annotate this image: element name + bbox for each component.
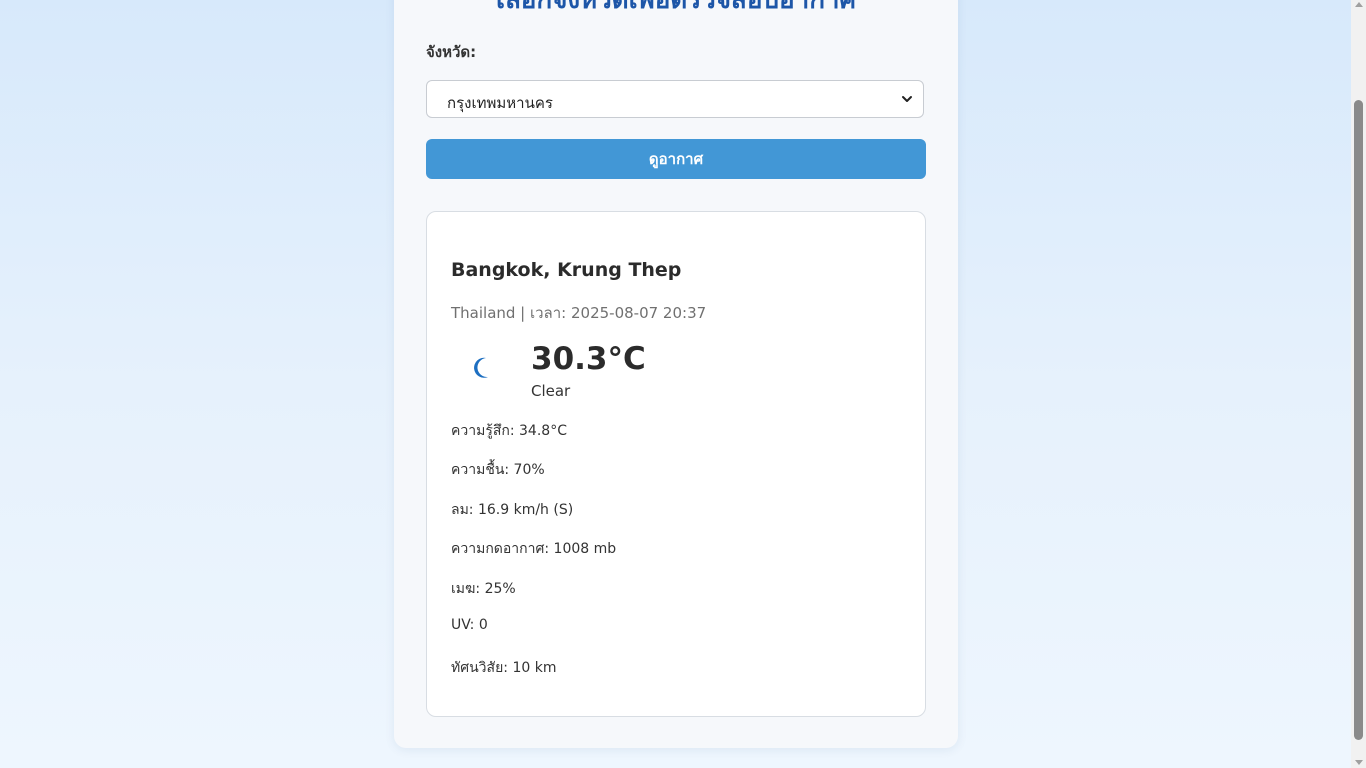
detail-uv: UV: 0 <box>451 617 488 633</box>
weather-result-panel: Bangkok, Krung Thep Thailand | เวลา: 202… <box>426 211 926 717</box>
province-label: จังหวัด: <box>426 43 477 61</box>
detail-humidity: ความชื้น: 70% <box>451 462 545 478</box>
province-select[interactable]: กรุงเทพมหานคร <box>426 80 924 118</box>
page-title: เลือกจังหวัดเพื่อตรวจสอบอากาศ <box>495 0 857 15</box>
view-weather-button[interactable]: ดูอากาศ <box>426 139 926 179</box>
scroll-down-arrow-icon[interactable] <box>1355 760 1363 765</box>
province-select-value: กรุงเทพมหานคร <box>447 94 553 112</box>
moon-icon <box>474 357 488 378</box>
scroll-up-arrow-icon[interactable] <box>1355 2 1363 7</box>
detail-visibility: ทัศนวิสัย: 10 km <box>451 660 557 676</box>
weather-card: เลือกจังหวัดเพื่อตรวจสอบอากาศ จังหวัด: ก… <box>394 0 958 748</box>
location-meta: Thailand | เวลา: 2025-08-07 20:37 <box>451 304 707 322</box>
detail-pressure: ความกดอากาศ: 1008 mb <box>451 541 617 557</box>
scrollbar-thumb[interactable] <box>1354 100 1363 740</box>
weather-condition: Clear <box>531 382 571 400</box>
page-scrollbar[interactable] <box>1351 0 1366 768</box>
detail-wind: ลม: 16.9 km/h (S) <box>451 502 574 518</box>
detail-cloud: เมฆ: 25% <box>451 581 516 597</box>
location-name: Bangkok, Krung Thep <box>451 259 682 281</box>
detail-feels-like: ความรู้สึก: 34.8°C <box>451 423 567 439</box>
temperature-value: 30.3°C <box>531 341 646 377</box>
chevron-down-icon <box>902 96 912 102</box>
